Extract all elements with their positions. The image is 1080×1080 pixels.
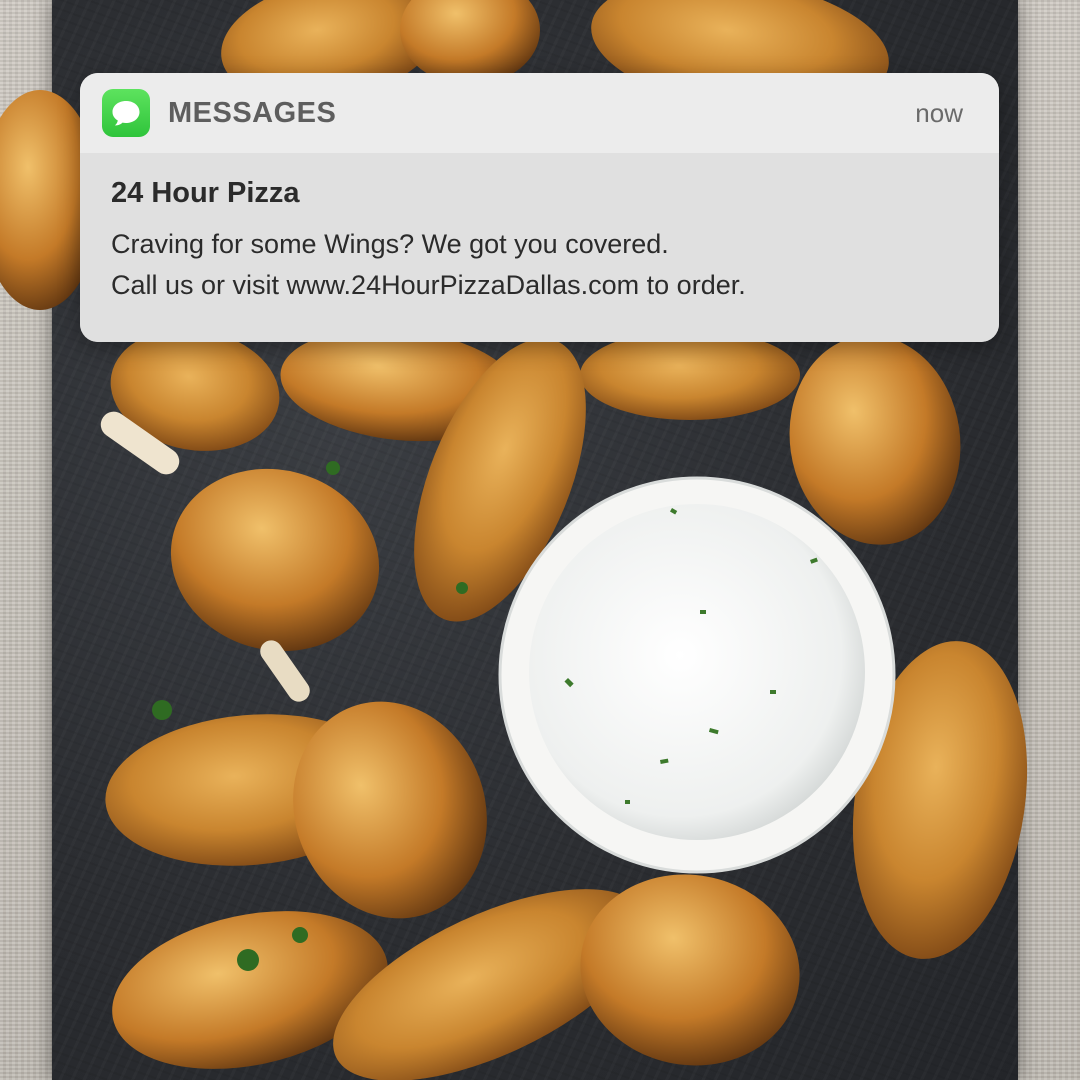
chicken-wing bbox=[293, 701, 487, 919]
app-name: MESSAGES bbox=[168, 96, 337, 129]
sender-name: 24 Hour Pizza bbox=[111, 177, 300, 209]
notification-body: 24 Hour Pizza Craving for some Wings? We… bbox=[80, 153, 999, 342]
messages-app-icon bbox=[102, 89, 150, 137]
message-line: Call us or visit www.24HourPizzaDallas.c… bbox=[111, 270, 746, 300]
speech-bubble-icon bbox=[112, 101, 140, 126]
chicken-wing bbox=[580, 330, 800, 420]
message-line: Craving for some Wings? We got you cover… bbox=[111, 229, 669, 259]
message-notification[interactable]: MESSAGES now 24 Hour Pizza Craving for s… bbox=[80, 73, 999, 342]
ranch-dip bbox=[529, 504, 865, 840]
chicken-wing bbox=[170, 468, 380, 652]
message-text: Craving for some Wings? We got you cover… bbox=[111, 224, 968, 306]
notification-time: now bbox=[915, 97, 963, 128]
notification-header: MESSAGES now bbox=[80, 73, 999, 153]
